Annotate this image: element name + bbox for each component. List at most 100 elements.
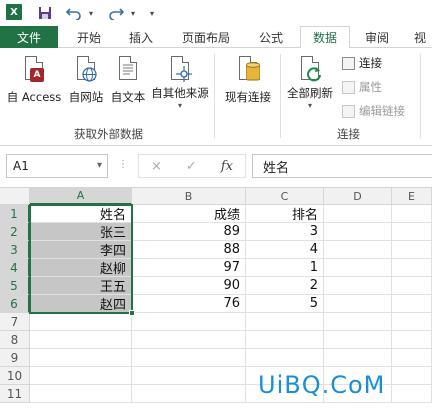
cell-b2[interactable]: 89 [132, 223, 246, 241]
customize-toolbar-icon[interactable]: ▾ [146, 4, 158, 22]
insert-function-button[interactable]: fx [221, 159, 233, 174]
cell-d6[interactable] [324, 295, 392, 313]
row-header[interactable]: 9 [0, 349, 30, 367]
cell-d3[interactable] [324, 241, 392, 259]
tab-view[interactable]: 视 [408, 26, 432, 48]
empty-cell[interactable] [392, 367, 432, 385]
cell-e6[interactable] [392, 295, 432, 313]
tab-insert[interactable]: 插入 [120, 26, 162, 48]
empty-cell[interactable] [132, 367, 246, 385]
row-header[interactable]: 6 [0, 295, 30, 313]
cell-e1[interactable] [392, 205, 432, 223]
empty-cell[interactable] [132, 349, 246, 367]
empty-cell[interactable] [324, 331, 392, 349]
cell-e3[interactable] [392, 241, 432, 259]
cell-c4[interactable]: 1 [246, 259, 324, 277]
name-box[interactable]: A1 ▾ [6, 154, 108, 178]
from-access-button[interactable]: A 自 Access [4, 54, 64, 110]
cell-b4[interactable]: 97 [132, 259, 246, 277]
tab-file[interactable]: 文件 [0, 26, 58, 48]
cell-c2[interactable]: 3 [246, 223, 324, 241]
cell-e4[interactable] [392, 259, 432, 277]
enter-icon[interactable]: ✓ [186, 159, 197, 174]
cell-a5[interactable]: 王五 [30, 277, 132, 295]
select-all-corner[interactable] [0, 188, 30, 205]
from-web-button[interactable]: 自网站 [66, 54, 106, 110]
empty-cell[interactable] [30, 367, 132, 385]
cell-a6[interactable]: 赵四 [30, 295, 132, 313]
column-header-e[interactable]: E [392, 188, 432, 205]
column-header-c[interactable]: C [246, 188, 324, 205]
empty-cell[interactable] [246, 331, 324, 349]
row-header[interactable]: 1 [0, 205, 30, 223]
empty-cell[interactable] [246, 349, 324, 367]
cell-a3[interactable]: 李四 [30, 241, 132, 259]
cell-b6[interactable]: 76 [132, 295, 246, 313]
tab-data[interactable]: 数据 [300, 26, 350, 49]
cell-b3[interactable]: 88 [132, 241, 246, 259]
cell-b1[interactable]: 成绩 [132, 205, 246, 223]
refresh-all-button[interactable]: 全部刷新 ▾ [284, 54, 336, 110]
undo-dropdown-icon[interactable]: ▾ [86, 4, 96, 22]
tab-formulas[interactable]: 公式 [250, 26, 292, 48]
row-header[interactable]: 10 [0, 367, 30, 385]
row-header[interactable]: 2 [0, 223, 30, 241]
empty-cell[interactable] [30, 385, 132, 403]
cell-d1[interactable] [324, 205, 392, 223]
tab-review[interactable]: 审阅 [356, 26, 398, 48]
row-header[interactable]: 4 [0, 259, 30, 277]
empty-cell[interactable] [246, 313, 324, 331]
column-header-d[interactable]: D [324, 188, 392, 205]
row-header[interactable]: 8 [0, 331, 30, 349]
connections-button[interactable]: 连接 [342, 54, 382, 72]
empty-cell[interactable] [132, 313, 246, 331]
row-header[interactable]: 5 [0, 277, 30, 295]
cell-b5[interactable]: 90 [132, 277, 246, 295]
column-header-b[interactable]: B [132, 188, 246, 205]
cell-a2[interactable]: 张三 [30, 223, 132, 241]
cell-a4[interactable]: 赵柳 [30, 259, 132, 277]
cell-c1[interactable]: 排名 [246, 205, 324, 223]
chevron-down-icon[interactable]: ▾ [97, 160, 102, 171]
cell-d5[interactable] [324, 277, 392, 295]
empty-cell[interactable] [392, 313, 432, 331]
column-header-a[interactable]: A [30, 188, 132, 205]
empty-cell[interactable] [30, 313, 132, 331]
refresh-icon [296, 54, 324, 82]
empty-cell[interactable] [324, 313, 392, 331]
empty-cell[interactable] [132, 331, 246, 349]
save-icon[interactable] [36, 4, 54, 22]
cell-d4[interactable] [324, 259, 392, 277]
empty-cell[interactable] [30, 349, 132, 367]
formula-input[interactable]: 姓名 [252, 154, 432, 178]
properties-button[interactable]: 属性 [342, 78, 382, 96]
empty-cell[interactable] [324, 349, 392, 367]
row-header[interactable]: 3 [0, 241, 30, 259]
empty-cell[interactable] [392, 349, 432, 367]
from-text-button[interactable]: 自文本 [108, 54, 148, 110]
redo-icon[interactable] [106, 4, 126, 22]
resize-handle-icon[interactable]: ⋮ [118, 159, 129, 170]
tab-home[interactable]: 开始 [68, 26, 110, 48]
cell-e2[interactable] [392, 223, 432, 241]
undo-icon[interactable] [64, 4, 84, 22]
empty-cell[interactable] [132, 385, 246, 403]
cell-a1[interactable]: 姓名 [30, 205, 132, 223]
row-header[interactable]: 7 [0, 313, 30, 331]
fill-handle[interactable] [129, 310, 135, 316]
tab-page-layout[interactable]: 页面布局 [172, 26, 240, 48]
existing-connections-button[interactable]: 现有连接 [220, 54, 276, 110]
empty-cell[interactable] [30, 331, 132, 349]
edit-links-button[interactable]: 编辑链接 [342, 102, 405, 120]
cell-c6[interactable]: 5 [246, 295, 324, 313]
from-other-sources-button[interactable]: 自其他来源 ▾ [148, 54, 212, 110]
row-header[interactable]: 11 [0, 385, 30, 403]
cell-d2[interactable] [324, 223, 392, 241]
cell-c3[interactable]: 4 [246, 241, 324, 259]
cell-c5[interactable]: 2 [246, 277, 324, 295]
cancel-icon[interactable]: × [151, 159, 162, 174]
cell-e5[interactable] [392, 277, 432, 295]
empty-cell[interactable] [392, 385, 432, 403]
empty-cell[interactable] [392, 331, 432, 349]
redo-dropdown-icon[interactable]: ▾ [128, 4, 138, 22]
